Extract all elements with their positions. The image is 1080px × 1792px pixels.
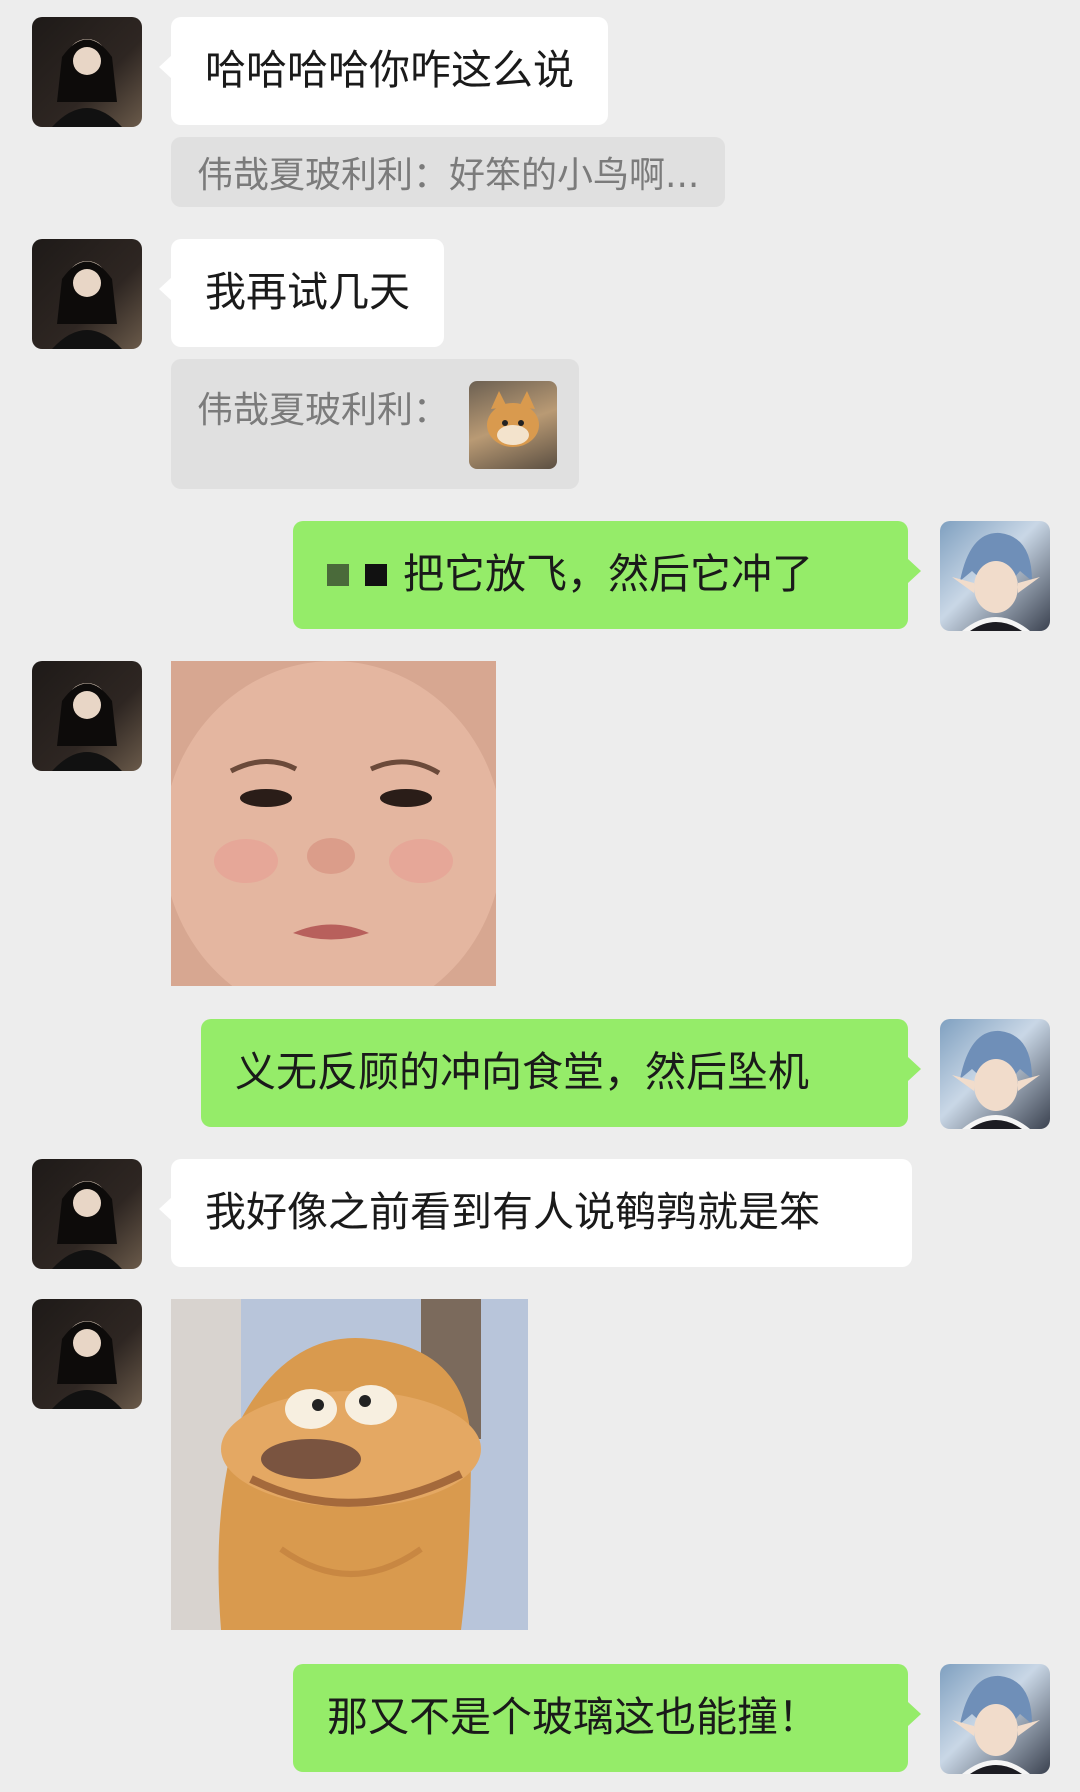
shiba-sticker-thumbnail[interactable]: 苦笑	[469, 381, 557, 469]
avatar-girl-icon	[52, 39, 122, 127]
incoming-message-bubble[interactable]: 我再试几天	[159, 239, 444, 347]
message-text: 哈哈哈哈你咋这么说	[205, 46, 574, 95]
quote-text: 伟哉夏玻利利：好笨的小鸟啊...	[197, 155, 700, 196]
avatar-anime-icon	[952, 1030, 1040, 1129]
avatar-girl-icon	[52, 1321, 122, 1409]
incoming-message-bubble[interactable]: 我好像之前看到有人说鹌鹑就是笨	[159, 1159, 912, 1267]
message-text: 我再试几天	[205, 268, 410, 317]
avatar-anime-icon	[952, 532, 1040, 631]
sticker-shiba-icon	[487, 391, 539, 447]
contact-avatar[interactable]	[32, 661, 142, 771]
contact-avatar[interactable]	[32, 1299, 142, 1409]
cartoon-bear-sticker[interactable]	[171, 1299, 528, 1630]
message-text: 义无反顾的冲向食堂，然后坠机	[235, 1048, 809, 1097]
contact-avatar[interactable]	[32, 239, 142, 349]
contact-avatar[interactable]	[32, 17, 142, 127]
sticker-cartoon-bear-icon	[171, 1299, 528, 1630]
incoming-message-bubble[interactable]: 哈哈哈哈你咋这么说	[159, 17, 608, 125]
avatar-girl-icon	[52, 261, 122, 349]
quoted-reply[interactable]: 伟哉夏玻利利：好笨的小鸟啊...	[171, 137, 726, 207]
avatar-anime-icon	[952, 1675, 1040, 1774]
contact-avatar[interactable]	[32, 1159, 142, 1269]
quote-sender: 伟哉夏玻利利：	[197, 390, 450, 431]
sad-baby-sticker[interactable]	[171, 661, 496, 986]
outgoing-message-bubble[interactable]: 把它放飞，然后它冲了	[293, 521, 921, 629]
message-text: 我好像之前看到有人说鹌鹑就是笨	[205, 1188, 820, 1237]
message-text: 把它放飞，然后它冲了	[403, 550, 813, 599]
redacted-block	[327, 564, 349, 586]
avatar-girl-icon	[52, 1181, 122, 1269]
avatar-girl-icon	[52, 683, 122, 771]
my-avatar[interactable]	[940, 1019, 1050, 1129]
message-text: 那又不是个玻璃这也能撞！	[327, 1693, 819, 1742]
redacted-block	[365, 564, 387, 586]
outgoing-message-bubble[interactable]: 义无反顾的冲向食堂，然后坠机	[201, 1019, 921, 1127]
my-avatar[interactable]	[940, 521, 1050, 631]
my-avatar[interactable]	[940, 1664, 1050, 1774]
sticker-sad-baby-icon	[171, 661, 496, 986]
quoted-sticker-reply[interactable]: 伟哉夏玻利利： 苦笑	[171, 359, 579, 489]
outgoing-message-bubble[interactable]: 那又不是个玻璃这也能撞！	[293, 1664, 921, 1772]
